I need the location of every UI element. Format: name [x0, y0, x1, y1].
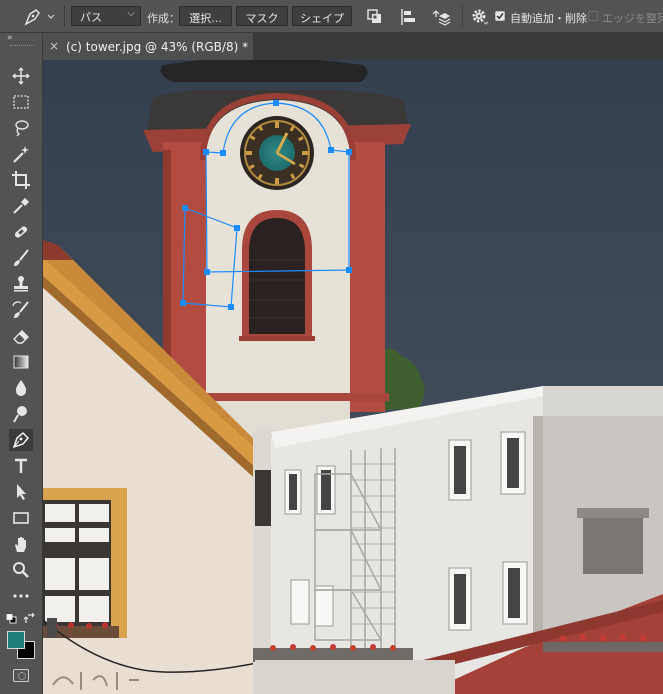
make-shape-button[interactable]: シェイプ	[292, 6, 352, 26]
document-tab-title: (c) tower.jpg @ 43% (RGB/8) *	[66, 40, 249, 54]
document-tab-bar: × (c) tower.jpg @ 43% (RGB/8) *	[43, 33, 663, 60]
history-brush-tool-icon[interactable]	[9, 299, 33, 321]
align-edges-label: エッジを整列	[602, 12, 663, 25]
align-edges-checkbox[interactable]	[588, 11, 598, 21]
chevron-down-icon: ⌵	[127, 8, 135, 19]
healing-brush-tool-icon[interactable]	[9, 221, 33, 243]
path-arrangement-icon[interactable]	[431, 7, 451, 27]
panel-grip[interactable]	[10, 45, 34, 48]
tower-photo	[43, 60, 663, 694]
zoom-tool-icon[interactable]	[9, 559, 33, 581]
magic-wand-tool-icon[interactable]	[9, 143, 33, 165]
auto-add-delete-checkbox[interactable]	[495, 11, 505, 21]
collapse-panel-icon[interactable]: »	[7, 33, 13, 43]
tool-mode-select[interactable]: パス ⌵	[71, 6, 141, 26]
document-canvas[interactable]	[43, 60, 663, 694]
eraser-tool-icon[interactable]	[9, 325, 33, 347]
checkmark-icon	[496, 13, 504, 20]
separator	[462, 5, 463, 27]
type-tool-icon[interactable]	[9, 455, 33, 477]
tools-panel: »	[0, 33, 43, 694]
default-colors-icon[interactable]	[6, 614, 18, 624]
separator	[64, 5, 65, 27]
gradient-tool-icon[interactable]	[9, 351, 33, 373]
path-selection-tool-icon[interactable]	[9, 481, 33, 503]
path-alignment-icon[interactable]	[399, 7, 419, 27]
lasso-tool-icon[interactable]	[9, 117, 33, 139]
move-tool-icon[interactable]	[9, 65, 33, 87]
gear-icon[interactable]	[470, 7, 490, 27]
hand-tool-icon[interactable]	[9, 533, 33, 555]
foreground-color-swatch[interactable]	[7, 631, 25, 649]
auto-add-delete-label: 自動追加・削除	[510, 12, 587, 25]
make-mask-button[interactable]: マスク	[236, 6, 288, 26]
make-selection-button[interactable]: 選択...	[179, 6, 232, 26]
dodge-tool-icon[interactable]	[9, 403, 33, 425]
close-tab-icon[interactable]: ×	[49, 39, 59, 53]
swap-colors-icon[interactable]	[24, 613, 36, 625]
rectangle-tool-icon[interactable]	[9, 507, 33, 529]
document-tab[interactable]: × (c) tower.jpg @ 43% (RGB/8) *	[43, 33, 253, 60]
tool-preset-picker[interactable]	[22, 7, 60, 27]
more-tools-icon[interactable]	[9, 585, 33, 607]
path-operations-icon[interactable]	[365, 7, 385, 27]
pen-tool-icon	[24, 9, 55, 26]
eyedropper-tool-icon[interactable]	[9, 195, 33, 217]
blur-tool-icon[interactable]	[9, 377, 33, 399]
tool-mode-value: パス	[80, 11, 102, 24]
clone-stamp-tool-icon[interactable]	[9, 273, 33, 295]
pen-tool-icon[interactable]	[9, 429, 33, 451]
quick-mask-icon[interactable]	[13, 669, 29, 682]
options-bar: パス ⌵ 作成： 選択... マスク シェイプ 自動追加・削除 エッジを整列	[0, 0, 663, 33]
brush-tool-icon[interactable]	[9, 247, 33, 269]
make-label: 作成：	[147, 12, 180, 25]
rectangular-marquee-tool-icon[interactable]	[9, 91, 33, 113]
crop-tool-icon[interactable]	[9, 169, 33, 191]
